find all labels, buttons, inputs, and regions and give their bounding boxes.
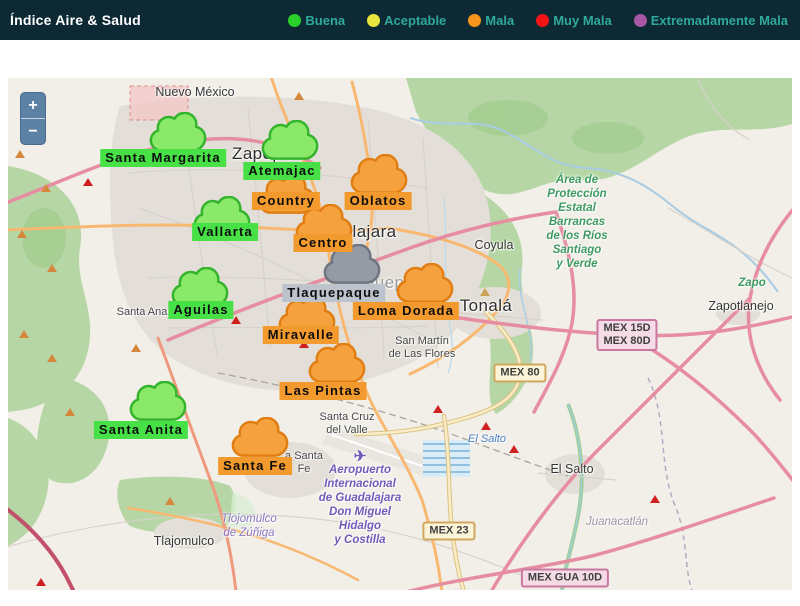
road-badge-mex-15d-mex-80d: MEX 15D MEX 80D	[596, 319, 658, 351]
legend-dot-buena	[288, 13, 302, 27]
legend-dot-extremadamente-mala	[633, 13, 647, 27]
station-cloud-icon-las-pintas[interactable]	[308, 342, 366, 385]
station-label-loma-dorada[interactable]: Loma Dorada	[352, 302, 460, 320]
legend-label: Aceptable	[384, 12, 447, 28]
station-cloud-icon-santa-fe[interactable]	[231, 416, 289, 459]
station-label-vallarta[interactable]: Vallarta	[192, 223, 258, 241]
station-cloud-icon-santa-anita[interactable]	[129, 380, 187, 423]
legend-item-extremadamente-mala: Extremadamente Mala	[633, 12, 788, 28]
legend-label: Mala	[485, 12, 515, 28]
station-label-atemajac[interactable]: Atemajac	[243, 162, 321, 180]
station-label-las-pintas[interactable]: Las Pintas	[279, 382, 367, 400]
station-label-santa-margarita[interactable]: Santa Margarita	[100, 149, 226, 167]
station-label-santa-anita[interactable]: Santa Anita	[93, 421, 189, 439]
legend-item-mala: Mala	[468, 13, 514, 28]
station-cloud-icon-santa-margarita[interactable]	[149, 111, 207, 154]
zoom-in-button[interactable]: +	[21, 93, 45, 118]
road-badge-mex-23: MEX 23	[422, 521, 476, 541]
legend-dot-mala	[468, 13, 482, 27]
legend-label: Extremadamente Mala	[650, 12, 788, 28]
legend-item-buena: Buena	[288, 13, 345, 28]
zoom-control: + −	[20, 92, 46, 145]
station-label-oblatos[interactable]: Oblatos	[344, 192, 412, 210]
app-header: Índice Aire & Salud Buena Aceptable Mala Mu…	[0, 0, 800, 40]
page-title: Índice Aire & Salud	[10, 12, 141, 28]
station-label-tlaquepaque[interactable]: Tlaquepaque	[282, 284, 386, 302]
station-label-aguilas[interactable]: Aguilas	[168, 301, 234, 319]
legend-item-muy-mala: Muy Mala	[536, 13, 612, 28]
station-label-miravalle[interactable]: Miravalle	[262, 326, 340, 344]
station-cloud-icon-oblatos[interactable]	[350, 153, 408, 196]
zoom-out-button[interactable]: −	[21, 119, 45, 144]
legend: Buena Aceptable Mala Muy Mala Extremadamente…	[288, 13, 790, 28]
station-label-centro[interactable]: Centro	[293, 234, 353, 252]
station-cloud-icon-loma-dorada[interactable]	[396, 262, 454, 305]
station-label-country[interactable]: Country	[251, 192, 321, 210]
legend-label: Buena	[305, 12, 346, 28]
road-badge-mex-gua-10d: MEX GUA 10D	[520, 568, 610, 588]
station-cloud-icon-atemajac[interactable]	[261, 119, 319, 162]
road-badge-mex-80: MEX 80	[493, 363, 547, 383]
legend-item-aceptable: Aceptable	[367, 13, 446, 28]
map[interactable]: Nuevo MéxicoZapopanGuadalajaraTlaquepaqu…	[8, 78, 792, 590]
legend-dot-aceptable	[367, 13, 381, 27]
station-label-santa-fe[interactable]: Santa Fe	[218, 457, 292, 475]
legend-label: Muy Mala	[553, 12, 612, 28]
legend-dot-muy-mala	[536, 13, 550, 27]
